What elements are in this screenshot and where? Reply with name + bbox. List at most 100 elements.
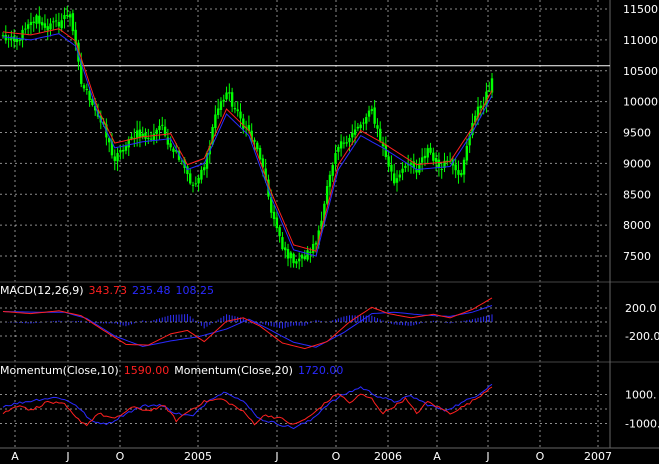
candle-body: [121, 149, 125, 152]
candle-body: [437, 159, 441, 168]
macd-legend-value-3: 108.25: [175, 284, 215, 297]
candle-body: [60, 20, 63, 29]
candle-body: [29, 22, 33, 25]
candle-body: [325, 186, 329, 204]
candle-body: [18, 39, 21, 41]
x-tick-label: A: [433, 450, 441, 463]
y-tick-label-momentum: -1000.: [625, 418, 659, 431]
candle-body: [85, 89, 89, 91]
candle-body: [465, 145, 469, 161]
candle-body: [379, 128, 382, 142]
candle-body: [144, 132, 147, 139]
candle-body: [68, 14, 72, 18]
candle-body: [339, 141, 343, 149]
momentum-legend-value-1: 1590.00: [123, 364, 170, 377]
candle-body: [348, 138, 351, 143]
y-tick-label-price: 8000: [623, 219, 651, 232]
momentum-lines: [2, 383, 493, 430]
candle-body: [488, 90, 491, 92]
candle-body: [200, 169, 203, 180]
candle-body: [32, 21, 35, 23]
candle-body: [328, 174, 332, 187]
candle-body: [135, 130, 139, 139]
candle-body: [225, 92, 228, 100]
candle-body: [82, 85, 86, 89]
candle-body: [429, 147, 432, 153]
candle-body: [395, 178, 399, 183]
candle-body: [155, 129, 158, 134]
stock-chart: 7500 8000 8500 9000 9500 10000 10500 11000 11500…: [0, 0, 659, 463]
candle-body: [113, 156, 116, 161]
candle-body: [161, 124, 164, 126]
candle-body: [26, 24, 30, 29]
panel-separators: [0, 0, 659, 449]
candle-body: [149, 138, 153, 140]
candle-body: [390, 164, 393, 172]
candle-body: [295, 261, 298, 264]
candle-body: [258, 147, 262, 160]
price-moving-averages: [2, 28, 493, 257]
candle-body: [256, 142, 259, 150]
x-tick-label: J: [485, 450, 489, 463]
candle-body: [194, 183, 198, 185]
y-tick-label-price: 7500: [623, 250, 651, 263]
candle-body: [284, 247, 287, 251]
y-tick-label-price: 9500: [623, 127, 651, 140]
macd-legend-label: MACD(12,26,9): [0, 284, 84, 297]
candle-body: [286, 249, 290, 259]
candle-body: [384, 144, 388, 157]
momentum-legend-label-1: Momentum(Close,10): [0, 364, 119, 377]
candle-body: [300, 254, 304, 259]
candle-body: [309, 251, 312, 254]
y-tick-label-price: 10000: [623, 96, 658, 109]
candle-body: [239, 111, 242, 119]
candle-body: [228, 92, 231, 94]
candle-body: [24, 28, 27, 30]
candle-body: [197, 177, 200, 184]
ma-slow-line: [2, 33, 493, 257]
candle-body: [314, 242, 318, 245]
candle-body: [370, 109, 374, 111]
candle-body: [119, 150, 122, 153]
candle-body: [454, 164, 457, 171]
candle-body: [306, 250, 309, 260]
y-tick-label-momentum: 1000.: [625, 389, 657, 402]
candle-body: [116, 153, 119, 162]
candle-body: [311, 244, 315, 253]
y-tick-label-price: 11000: [623, 34, 658, 47]
macd-legend-value-1: 343.73: [88, 284, 128, 297]
candle-body: [289, 252, 293, 259]
candle-body: [233, 108, 237, 110]
candle-body: [393, 173, 396, 184]
y-tick-label-price: 8500: [623, 188, 651, 201]
x-tick-label: 2006: [374, 450, 402, 463]
candle-body: [35, 15, 38, 24]
momentum-legend: Momentum(Close,10) 1590.00 Momentum(Close,…: [0, 364, 348, 377]
candle-body: [434, 158, 438, 162]
x-tick-label: 2007: [584, 450, 612, 463]
y-tick-label-price: 10500: [623, 65, 658, 78]
candle-body: [362, 122, 365, 124]
candle-body: [356, 126, 360, 129]
candle-body: [275, 217, 279, 229]
y-tick-label-price: 9000: [623, 157, 651, 170]
candle-body: [1, 35, 5, 37]
candle-body: [43, 23, 47, 28]
x-tick-label: J: [274, 450, 278, 463]
candle-body: [63, 15, 66, 20]
candle-body: [253, 139, 256, 142]
candle-body: [219, 101, 223, 110]
candle-body: [292, 253, 295, 264]
candle-body: [334, 153, 337, 164]
candle-body: [216, 108, 220, 116]
candle-body: [342, 142, 346, 144]
candle-body: [278, 227, 281, 237]
y-axis-labels: 7500 8000 8500 9000 9500 10000 10500 11000 11500…: [623, 3, 659, 431]
candle-body: [404, 165, 407, 168]
candle-body: [409, 162, 413, 165]
candle-body: [57, 21, 61, 27]
candle-body: [281, 237, 284, 250]
candle-body: [401, 168, 404, 173]
candle-body: [353, 129, 357, 135]
candle-body: [303, 256, 306, 260]
